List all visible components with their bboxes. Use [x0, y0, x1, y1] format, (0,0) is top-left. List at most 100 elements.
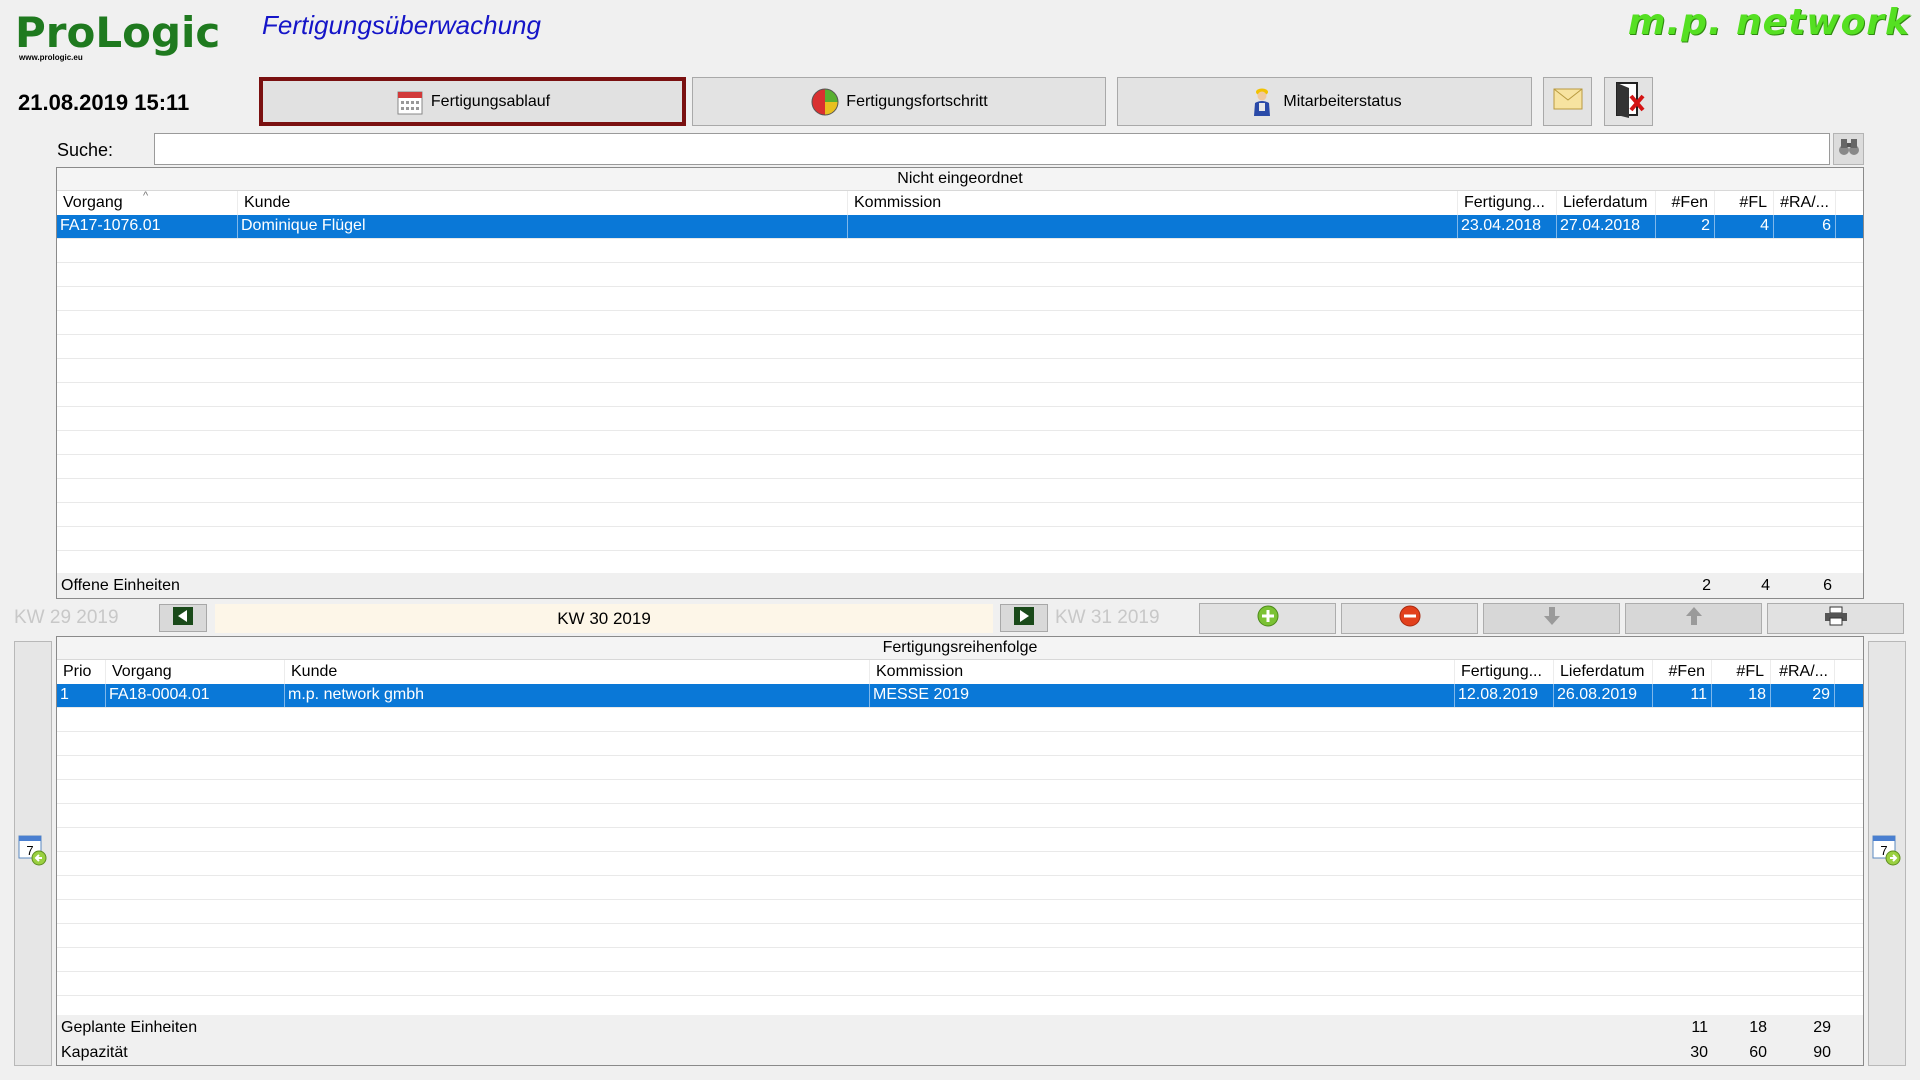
kapazitaet-fl: 60 [1749, 1044, 1767, 1061]
remove-button[interactable] [1341, 603, 1478, 634]
empty-row [57, 239, 1863, 263]
empty-row [57, 828, 1863, 852]
exit-door-icon [1611, 80, 1647, 123]
calendar-icon [395, 87, 425, 117]
empty-row [57, 407, 1863, 431]
print-button[interactable] [1767, 603, 1904, 634]
table-row[interactable]: 1 FA18-0004.01 m.p. network gmbh MESSE 2… [57, 684, 1863, 708]
cell-kommission [848, 215, 1458, 238]
empty-row [57, 431, 1863, 455]
brand-url: www.prologic.eu [19, 53, 83, 62]
empty-row [57, 852, 1863, 876]
col-kommission[interactable]: Kommission [848, 191, 1458, 215]
sequence-panel: Fertigungsreihenfolge Prio Vorgang Kunde… [56, 636, 1864, 1066]
worker-icon [1247, 87, 1277, 117]
kapazitaet-fen: 30 [1690, 1044, 1708, 1061]
cell-ra: 6 [1774, 215, 1836, 238]
empty-row [57, 972, 1863, 996]
cell-kommission: MESSE 2019 [870, 684, 1455, 707]
empty-row [57, 479, 1863, 503]
col-vorgang[interactable]: Vorgang [106, 660, 285, 684]
add-icon [1257, 605, 1279, 632]
previous-week-label[interactable]: KW 29 2019 [14, 607, 119, 629]
col-fertigung[interactable]: Fertigung... [1458, 191, 1557, 215]
col-fl[interactable]: #FL [1715, 191, 1774, 215]
col-ra[interactable]: #RA/... [1774, 191, 1836, 215]
cell-fertigung: 23.04.2018 [1458, 215, 1557, 238]
geplante-fen: 11 [1691, 1019, 1708, 1036]
prologic-logo: ProLogic www.prologic.eu [15, 10, 220, 63]
empty-row [57, 287, 1863, 311]
cell-kunde: Dominique Flügel [238, 215, 848, 238]
search-input[interactable] [154, 133, 1830, 165]
empty-row [57, 263, 1863, 287]
cell-fen: 2 [1656, 215, 1715, 238]
cell-fl: 18 [1712, 684, 1771, 707]
mitarbeiterstatus-button[interactable]: Mitarbeiterstatus [1117, 77, 1532, 126]
cell-lieferdatum: 26.08.2019 [1554, 684, 1653, 707]
empty-row [57, 900, 1863, 924]
empty-row [57, 948, 1863, 972]
col-lieferdatum[interactable]: Lieferdatum [1554, 660, 1653, 684]
col-fen[interactable]: #Fen [1653, 660, 1712, 684]
cell-fen: 11 [1653, 684, 1712, 707]
empty-row [57, 359, 1863, 383]
empty-row [57, 924, 1863, 948]
empty-row [57, 311, 1863, 335]
unassigned-panel: Nicht eingeordnet Vorgang ^ Kunde Kommiss… [56, 167, 1864, 599]
search-button[interactable] [1833, 133, 1864, 165]
print-icon [1823, 606, 1849, 631]
col-vorgang[interactable]: Vorgang ^ [57, 191, 238, 215]
app-title: Fertigungsüberwachung [262, 10, 541, 40]
remove-icon [1399, 605, 1421, 632]
current-datetime: 21.08.2019 15:11 [18, 90, 190, 115]
sequence-title: Fertigungsreihenfolge [57, 637, 1863, 660]
col-kunde[interactable]: Kunde [238, 191, 848, 215]
cell-fl: 4 [1715, 215, 1774, 238]
col-lieferdatum[interactable]: Lieferdatum [1557, 191, 1656, 215]
empty-row [57, 804, 1863, 828]
col-fl[interactable]: #FL [1712, 660, 1771, 684]
exit-button[interactable] [1604, 77, 1653, 126]
cell-lieferdatum: 27.04.2018 [1557, 215, 1656, 238]
sequence-footer: Geplante Einheiten 11 18 29 Kapazität 30… [57, 1015, 1863, 1065]
empty-row [57, 455, 1863, 479]
move-up-button[interactable] [1625, 603, 1762, 634]
move-up-icon [1685, 606, 1703, 631]
unassigned-title: Nicht eingeordnet [57, 168, 1863, 191]
table-row[interactable]: FA17-1076.01 Dominique Flügel 23.04.2018… [57, 215, 1863, 239]
fertigungsablauf-button[interactable]: Fertigungsablauf [259, 77, 686, 126]
col-fertigung[interactable]: Fertigung... [1455, 660, 1554, 684]
empty-row [57, 383, 1863, 407]
next-week-label[interactable]: KW 31 2019 [1055, 607, 1160, 629]
cell-ra: 29 [1771, 684, 1835, 707]
empty-row [57, 876, 1863, 900]
mitarbeiterstatus-label: Mitarbeiterstatus [1283, 92, 1402, 110]
col-ra[interactable]: #RA/... [1771, 660, 1835, 684]
empty-row [57, 780, 1863, 804]
col-fen[interactable]: #Fen [1656, 191, 1715, 215]
calendar-forward-icon: 7 [1872, 835, 1902, 872]
move-down-button[interactable] [1483, 603, 1620, 634]
col-kunde[interactable]: Kunde [285, 660, 870, 684]
kapazitaet-label: Kapazität [61, 1044, 128, 1061]
brand-name: ProLogic [15, 8, 221, 57]
fertigungsfortschritt-button[interactable]: Fertigungsfortschritt [692, 77, 1106, 126]
empty-row [57, 708, 1863, 732]
col-kommission[interactable]: Kommission [870, 660, 1455, 684]
calendar-forward-button[interactable]: 7 [1868, 641, 1906, 1066]
fertigungsfortschritt-label: Fertigungsfortschritt [846, 92, 988, 110]
calendar-back-button[interactable]: 7 [14, 641, 52, 1066]
search-label: Suche: [57, 140, 114, 160]
unassigned-rows: FA17-1076.01 Dominique Flügel 23.04.2018… [57, 215, 1863, 551]
mail-button[interactable] [1543, 77, 1592, 126]
cell-fertigung: 12.08.2019 [1455, 684, 1554, 707]
cell-prio: 1 [57, 684, 106, 707]
binoculars-icon [1838, 137, 1860, 162]
geplante-ra: 29 [1813, 1019, 1831, 1036]
previous-week-button[interactable] [159, 604, 207, 632]
col-prio[interactable]: Prio [57, 660, 106, 684]
next-week-button[interactable] [1000, 604, 1048, 632]
kapazitaet-ra: 90 [1813, 1044, 1831, 1061]
add-button[interactable] [1199, 603, 1336, 634]
